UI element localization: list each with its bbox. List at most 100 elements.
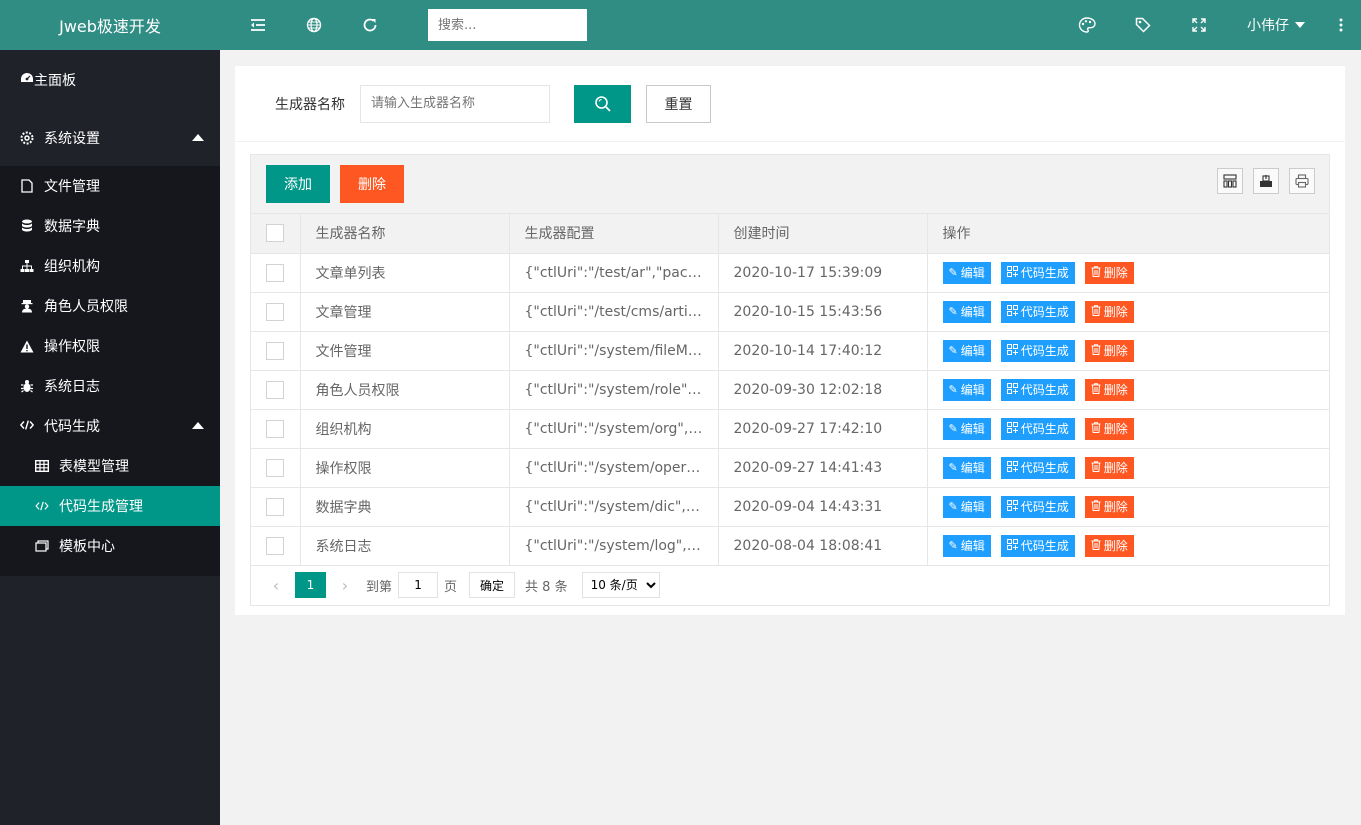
row-checkbox[interactable] [266,536,284,555]
cell-config: {"ctlUri":"/system/fileMgr","… [509,331,719,371]
delete-button[interactable]: 删除 [1084,534,1134,557]
menu-toggle-icon[interactable] [230,0,286,50]
goto-page-input[interactable] [398,572,439,598]
cell-actions: ✎ 编辑 代码生成 删除 [927,448,1329,488]
generate-label: 代码生成 [1020,422,1069,436]
batch-delete-button[interactable]: 删除 [340,165,404,203]
cell-created-time: 2020-09-27 17:42:10 [718,409,928,449]
reset-button[interactable]: 重置 [646,84,711,123]
theme-palette-icon[interactable] [1059,0,1115,50]
template-icon [35,539,49,553]
cell-actions: ✎ 编辑 代码生成 删除 [927,526,1329,566]
sidebar-item-codegen[interactable]: 代码生成 [0,406,220,446]
edit-button[interactable]: ✎ 编辑 [942,339,991,362]
generate-code-button[interactable]: 代码生成 [1000,378,1075,401]
sidebar-item-template-center[interactable]: 模板中心 [0,526,220,566]
next-page-icon[interactable]: › [330,572,360,598]
cell-created-time: 2020-09-27 14:41:43 [718,448,928,488]
header-search-input[interactable] [428,9,587,41]
grid-plus-icon [1006,265,1018,280]
goto-confirm-button[interactable]: 确定 [469,572,516,598]
pagination: ‹ 1 › 到第 页 确定 共 8 条 10 条/页 [251,566,1329,605]
delete-button[interactable]: 删除 [1084,456,1134,479]
search-button[interactable] [574,84,631,123]
sidebar-item-org[interactable]: 组织机构 [0,246,220,286]
delete-button[interactable]: 删除 [1084,300,1134,323]
add-button[interactable]: 添加 [266,165,330,203]
sidebar-item-file-mgmt[interactable]: 文件管理 [0,166,220,206]
edit-button[interactable]: ✎ 编辑 [942,534,991,557]
edit-button[interactable]: ✎ 编辑 [942,456,991,479]
row-checkbox[interactable] [266,458,284,477]
sidebar-item-dashboard[interactable]: 主面板 [0,50,220,110]
edit-button[interactable]: ✎ 编辑 [942,495,991,518]
generate-code-button[interactable]: 代码生成 [1000,534,1075,557]
trash-icon [1091,421,1101,436]
generate-code-button[interactable]: 代码生成 [1000,495,1075,518]
caret-up-icon [192,134,204,141]
sidebar-item-syslog[interactable]: 系统日志 [0,366,220,406]
cell-config: {"ctlUri":"/test/cms/article",… [509,292,719,332]
pencil-icon: ✎ [948,461,958,474]
tag-icon[interactable] [1115,0,1171,50]
sidebar-item-settings[interactable]: 系统设置 [0,110,220,166]
sidebar-item-role-perms[interactable]: 角色人员权限 [0,286,220,326]
delete-button[interactable]: 删除 [1084,495,1134,518]
edit-label: 编辑 [960,539,985,553]
header-actions: 操作 [927,214,1329,254]
row-checkbox[interactable] [266,263,284,282]
row-checkbox[interactable] [266,380,284,399]
sidebar-item-label: 数据字典 [44,219,100,235]
delete-label: 删除 [1103,500,1128,514]
print-icon[interactable] [1289,168,1315,194]
cell-created-time: 2020-09-04 14:43:31 [718,487,928,527]
cell-name: 文章管理 [300,292,510,332]
delete-button[interactable]: 删除 [1084,339,1134,362]
generate-code-button[interactable]: 代码生成 [1000,456,1075,479]
edit-label: 编辑 [960,344,985,358]
generator-name-input[interactable] [360,84,550,123]
cell-actions: ✎ 编辑 代码生成 删除 [927,331,1329,371]
generate-code-button[interactable]: 代码生成 [1000,417,1075,440]
current-page[interactable]: 1 [295,572,326,598]
row-checkbox[interactable] [266,302,284,321]
cell-actions: ✎ 编辑 代码生成 删除 [927,253,1329,293]
sidebar-item-oper-perms[interactable]: 操作权限 [0,326,220,366]
sidebar-item-dictionary[interactable]: 数据字典 [0,206,220,246]
sidebar-item-table-model[interactable]: 表模型管理 [0,446,220,486]
sidebar-item-label: 代码生成 [44,419,100,435]
delete-button[interactable]: 删除 [1084,417,1134,440]
export-icon[interactable] [1253,168,1279,194]
more-vertical-icon[interactable] [1321,0,1361,50]
select-all-checkbox[interactable] [266,224,284,243]
page-size-select[interactable]: 10 条/页 [581,572,660,598]
row-checkbox[interactable] [266,341,284,360]
edit-button[interactable]: ✎ 编辑 [942,378,991,401]
delete-button[interactable]: 删除 [1084,378,1134,401]
filter-label: 生成器名称 [275,96,345,113]
edit-button[interactable]: ✎ 编辑 [942,300,991,323]
delete-label: 删除 [1103,266,1128,280]
user-name: 小伟仔 [1247,18,1289,34]
row-checkbox[interactable] [266,497,284,516]
prev-page-icon[interactable]: ‹ [261,572,291,598]
delete-label: 删除 [1103,422,1128,436]
fullscreen-icon[interactable] [1171,0,1227,50]
row-checkbox[interactable] [266,419,284,438]
generate-code-button[interactable]: 代码生成 [1000,339,1075,362]
refresh-icon[interactable] [342,0,398,50]
cell-created-time: 2020-10-17 15:39:09 [718,253,928,293]
header-config: 生成器配置 [509,214,719,254]
trash-icon [1091,265,1101,280]
cell-actions: ✎ 编辑 代码生成 删除 [927,370,1329,410]
edit-button[interactable]: ✎ 编辑 [942,261,991,284]
generate-code-button[interactable]: 代码生成 [1000,261,1075,284]
generate-code-button[interactable]: 代码生成 [1000,300,1075,323]
delete-button[interactable]: 删除 [1084,261,1134,284]
globe-icon[interactable] [286,0,342,50]
cell-config: {"ctlUri":"/system/log","pac… [509,526,719,566]
sidebar-item-codegen-mgmt[interactable]: 代码生成管理 [0,486,220,526]
user-menu[interactable]: 小伟仔 [1227,15,1321,35]
columns-filter-icon[interactable] [1217,168,1243,194]
edit-button[interactable]: ✎ 编辑 [942,417,991,440]
